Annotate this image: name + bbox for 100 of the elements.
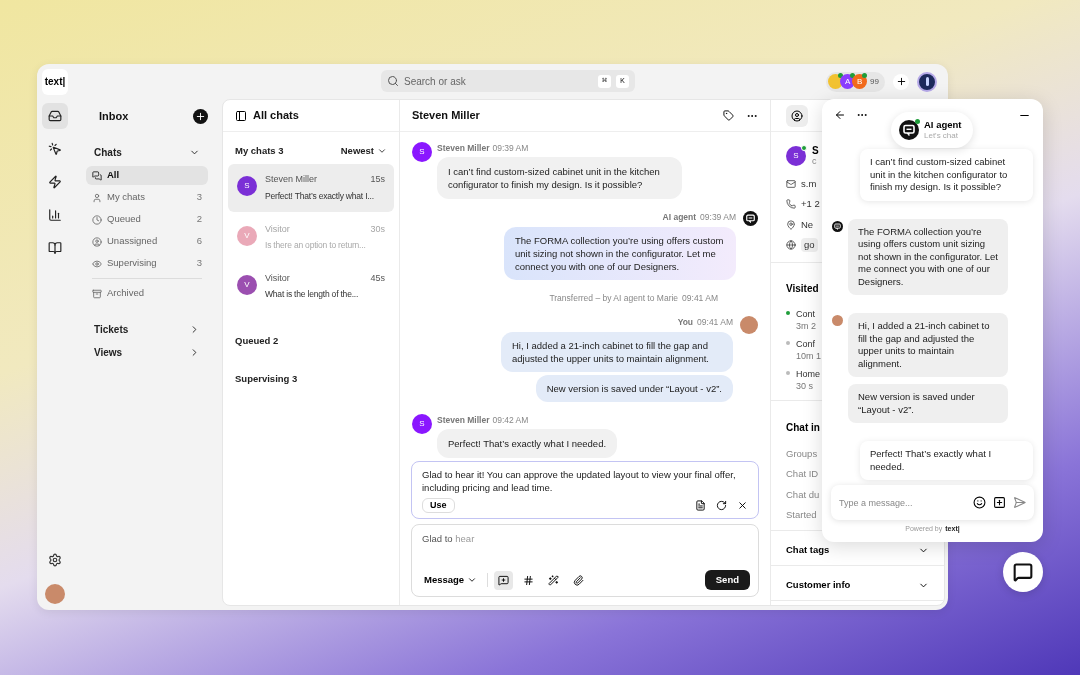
tag-icon[interactable] [723,110,734,121]
plus-square-icon[interactable] [993,496,1006,509]
contact-name: Visitor [265,271,290,285]
message-input[interactable]: Type a message... [831,485,1034,520]
agent-status: Let's chat [924,130,959,141]
new-button[interactable] [193,108,208,124]
group-title: My chats 3 [235,144,284,158]
search-placeholder: Search or ask [404,74,467,89]
avatar: S [786,146,806,166]
chat-launcher-button[interactable] [1003,552,1043,592]
section-header[interactable]: Tickets [86,323,208,335]
author-name: You [677,316,694,329]
eye-icon [92,258,102,269]
plus-icon [195,110,206,122]
group-title: Queued 2 [235,334,279,348]
group-title: Supervising 3 [235,372,298,387]
message-preview: Is there an option to return... [265,239,367,252]
page-duration: 30 s [796,380,813,392]
section-header[interactable]: Customer info [786,578,929,592]
search-field[interactable]: Search or ask ⌘ K [381,70,635,92]
message-bubble: The FORMA collection you’re using offers custom unit sizing not shown in the configurator. Let me connect you with one of our Designers. [848,218,1008,295]
chat-item[interactable]: S Steven Miller 15s Perfect! That’s exactly what I... [228,164,394,212]
bot-icon [899,120,919,140]
inbox-icon [47,109,62,123]
mode-dropdown[interactable]: Message [420,572,482,588]
message-bubble: The FORMA collection you’re using offers custom unit sizing not shown in the configurator. Let me connect you with one of our Designers. [504,226,736,280]
message-time: 09:41 AM [682,291,718,305]
use-button[interactable]: Use [422,498,455,513]
user-avatar[interactable] [917,71,937,92]
chat-item[interactable]: V Visitor 45s What is the length of the... [228,262,394,310]
chat-time: 15s [370,173,385,187]
conversation-title: Steven Miller [412,108,481,124]
section-header[interactable]: Chat tags [786,543,929,557]
smile-icon[interactable] [973,496,986,509]
book-icon [47,241,62,255]
info-label: Chat ID [786,467,819,482]
nav-item[interactable]: My chats 3 [86,188,208,207]
member-count: 99 [870,75,879,88]
section-header[interactable]: Views [86,346,208,358]
profile-tab[interactable] [786,104,808,127]
contact-detail: s.m [801,177,817,191]
close-icon[interactable] [737,500,748,511]
message-bubble: New version is saved under “Layout - v2”. [848,384,1008,423]
nav-item[interactable]: Unassigned 6 [86,232,208,251]
settings-icon[interactable] [47,553,62,567]
search-icon [387,75,399,87]
clock-icon [92,214,102,225]
panel-icon[interactable] [235,109,247,122]
author-name: Steven Miller [437,414,490,427]
nav-item[interactable]: Archived [86,284,208,303]
inbox-rail-button[interactable] [41,103,68,129]
transfer-notice: Transferred – by AI agent to Marie [549,291,679,305]
user-circle-icon [92,236,102,247]
map-pin-icon [786,219,796,230]
list-title: All chats [253,108,299,124]
ai-reply-tool-button[interactable] [494,570,514,590]
send-icon[interactable] [1013,496,1026,509]
info-label: Chat du [786,487,820,502]
sort-dropdown[interactable]: Newest [340,144,387,159]
nav-item[interactable]: Queued 2 [86,210,208,229]
add-button[interactable] [893,73,909,90]
info-label: Started [786,507,817,522]
contact-detail: +1 2 [801,197,820,212]
message-time: 09:39 AM [492,142,529,155]
customer-subtitle: c [812,156,817,167]
info-label: Groups [786,447,818,461]
composer-text: Glad to [422,533,453,544]
page-title: Home [796,368,820,380]
logo: text| [42,68,68,95]
plus-icon [895,76,907,87]
document-icon[interactable] [695,500,706,511]
message-bubble: I can’t find custom-sized cabinet unit in the kitchen configurator to finish my design. Is it possible? [860,149,1033,201]
page-title: Conf [796,338,815,350]
nav-item[interactable]: Supervising 3 [86,254,208,273]
user-circle-icon [791,109,803,122]
contact-detail: Ne [801,217,814,232]
cursor-sparkle-icon [47,142,62,156]
wand-icon [548,574,560,586]
page-duration: 3m 2 [796,320,816,332]
message-time: 09:42 AM [492,414,529,427]
agent-avatar-photo [832,315,843,326]
message-bubble: Perfect! That’s exactly what I needed. [860,441,1033,480]
chat-time: 30s [370,222,385,236]
user-icon [92,192,102,203]
section-header[interactable]: Chats [86,146,208,158]
message-time: 09:39 AM [700,210,736,224]
back-arrow-icon[interactable] [834,109,846,121]
author-name: AI agent [662,210,697,224]
archive-icon [92,288,102,299]
author-name: Steven Miller [437,142,490,155]
chevron-down-icon [467,575,478,585]
suggestion-text: Glad to hear it! You can approve the updated layout to view your final offer, including pricing and lead time. [422,468,737,494]
send-button[interactable]: Send [704,570,750,590]
refresh-icon[interactable] [716,500,727,511]
nav-item[interactable]: All [86,166,208,185]
contact-name: Visitor [265,222,290,236]
team-avatars[interactable]: A B 99 [826,71,885,92]
globe-icon [786,239,796,250]
agent-name: AI agent [924,119,962,130]
message-composer[interactable]: Glad to hear Message Send [411,524,759,597]
